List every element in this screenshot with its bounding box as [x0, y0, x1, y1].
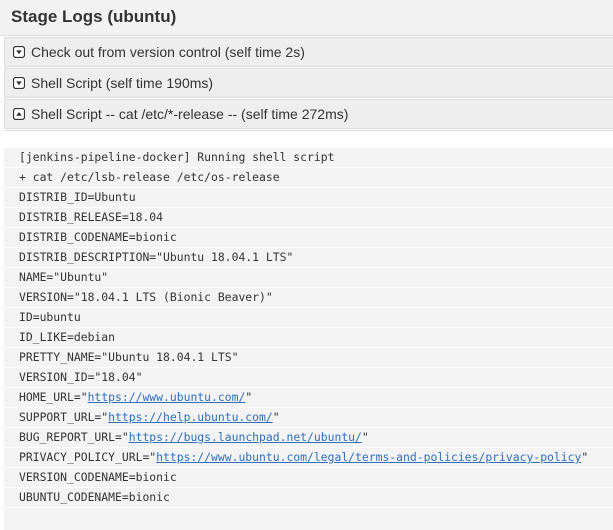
stage-label: Check out from version control (self tim…	[31, 44, 305, 60]
log-line: [jenkins-pipeline-docker] Running shell …	[4, 148, 613, 168]
log-url-link[interactable]: https://www.ubuntu.com/	[88, 390, 246, 404]
log-line: PRIVACY_POLICY_URL="https://www.ubuntu.c…	[4, 448, 613, 468]
stage-label: Shell Script (self time 190ms)	[31, 75, 214, 91]
log-line: VERSION_ID="18.04"	[4, 368, 613, 388]
log-line-suffix: "	[361, 430, 369, 444]
log-line: VERSION_CODENAME=bionic	[4, 468, 613, 488]
chevron-down-icon[interactable]	[13, 46, 25, 58]
log-line	[4, 508, 613, 530]
log-line-prefix: PRIVACY_POLICY_URL="	[19, 450, 157, 464]
log-line-prefix: BUG_REPORT_URL="	[19, 430, 129, 444]
log-line-suffix: "	[272, 410, 280, 424]
stage-logs-header: Stage Logs (ubuntu)	[0, 0, 613, 36]
log-line-suffix: "	[245, 390, 253, 404]
log-line: HOME_URL="https://www.ubuntu.com/"	[4, 388, 613, 408]
chevron-down-icon[interactable]	[13, 77, 25, 89]
log-line: VERSION="18.04.1 LTS (Bionic Beaver)"	[4, 288, 613, 308]
log-line: NAME="Ubuntu"	[4, 268, 613, 288]
log-line: DISTRIB_RELEASE=18.04	[4, 208, 613, 228]
log-line-prefix: SUPPORT_URL="	[19, 410, 109, 424]
log-line: PRETTY_NAME="Ubuntu 18.04.1 LTS"	[4, 348, 613, 368]
log-line: ID_LIKE=debian	[4, 328, 613, 348]
log-url-link[interactable]: https://www.ubuntu.com/legal/terms-and-p…	[156, 450, 581, 464]
log-url-link[interactable]: https://help.ubuntu.com/	[108, 410, 273, 424]
log-line: BUG_REPORT_URL="https://bugs.launchpad.n…	[4, 428, 613, 448]
log-url-link[interactable]: https://bugs.launchpad.net/ubuntu/	[129, 430, 362, 444]
console-log-output[interactable]: [jenkins-pipeline-docker] Running shell …	[4, 130, 613, 530]
stage-shell-script-cat-release[interactable]: Shell Script -- cat /etc/*-release -- (s…	[4, 99, 613, 129]
page-title: Stage Logs (ubuntu)	[11, 7, 177, 26]
log-line-prefix: HOME_URL="	[19, 390, 88, 404]
log-line: DISTRIB_ID=Ubuntu	[4, 188, 613, 208]
log-line: SUPPORT_URL="https://help.ubuntu.com/"	[4, 408, 613, 428]
log-line-suffix: "	[581, 450, 589, 464]
log-padding	[4, 131, 613, 147]
stage-label: Shell Script -- cat /etc/*-release -- (s…	[31, 106, 349, 122]
chevron-up-icon[interactable]	[13, 108, 25, 120]
log-line: UBUNTU_CODENAME=bionic	[4, 488, 613, 508]
log-line: DISTRIB_CODENAME=bionic	[4, 228, 613, 248]
log-line: DISTRIB_DESCRIPTION="Ubuntu 18.04.1 LTS"	[4, 248, 613, 268]
stage-shell-script[interactable]: Shell Script (self time 190ms)	[4, 68, 613, 98]
log-line: ID=ubuntu	[4, 308, 613, 328]
stage-checkout-scm[interactable]: Check out from version control (self tim…	[4, 37, 613, 67]
stage-list: Check out from version control (self tim…	[4, 36, 613, 129]
log-line: + cat /etc/lsb-release /etc/os-release	[4, 168, 613, 188]
